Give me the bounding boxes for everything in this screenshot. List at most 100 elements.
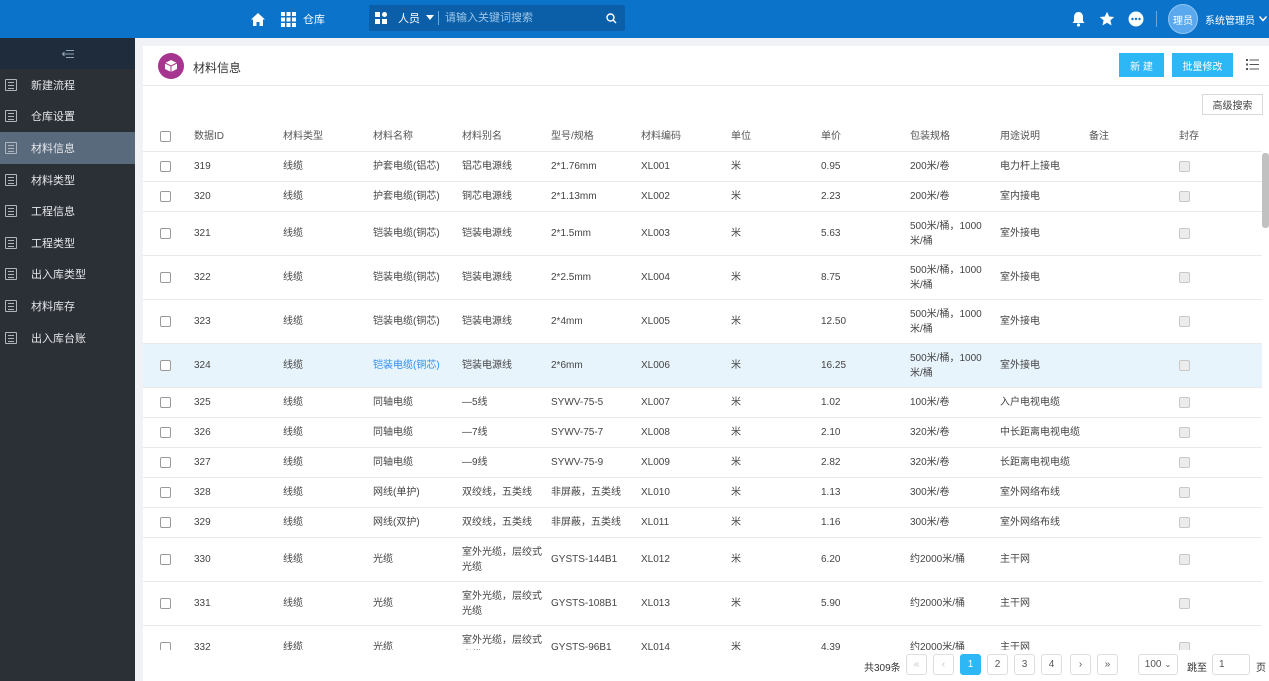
table-row[interactable]: 330 线缆 光缆 室外光缆，层绞式光缆 GYSTS-144B1 XL012 米 6.20 约2…: [143, 538, 1262, 582]
cell-name[interactable]: 同轴电缆: [373, 388, 458, 417]
row-checkbox[interactable]: [160, 272, 171, 283]
sidebar-item[interactable]: 材料类型: [0, 164, 135, 196]
row-checkbox[interactable]: [160, 598, 171, 609]
home-icon[interactable]: [250, 0, 266, 38]
cell-usage: 室外接电: [1000, 316, 1040, 327]
cell-pack: 200米/卷: [910, 161, 950, 172]
advanced-search-button[interactable]: 高级搜索: [1202, 94, 1263, 115]
row-checkbox[interactable]: [160, 161, 171, 172]
bell-icon[interactable]: [1071, 0, 1086, 38]
sidebar-item[interactable]: 材料信息: [0, 132, 135, 164]
apps-grid-icon[interactable]: [281, 0, 296, 38]
row-checkbox[interactable]: [160, 457, 171, 468]
page-number-button[interactable]: 2: [987, 654, 1008, 675]
archived-checkbox[interactable]: [1179, 161, 1190, 172]
row-checkbox[interactable]: [160, 517, 171, 528]
row-checkbox[interactable]: [160, 554, 171, 565]
cell-remark: [1089, 538, 1169, 581]
sidebar-item[interactable]: 材料库存: [0, 290, 135, 322]
archived-checkbox[interactable]: [1179, 316, 1190, 327]
cell-name[interactable]: 护套电缆(铜芯): [373, 182, 458, 211]
select-all-checkbox[interactable]: [160, 131, 171, 142]
search-input[interactable]: [445, 12, 585, 24]
page-size-select[interactable]: 100 ⌄: [1138, 654, 1178, 675]
modules-icon[interactable]: [375, 11, 388, 25]
table-row[interactable]: 319 线缆 护套电缆(铝芯) 铝芯电源线 2*1.76mm XL001 米 0.95 200米…: [143, 152, 1262, 182]
sidebar-item-label: 材料类型: [31, 174, 75, 187]
archived-checkbox[interactable]: [1179, 191, 1190, 202]
archived-checkbox[interactable]: [1179, 427, 1190, 438]
table-row[interactable]: 324 线缆 铠装电缆(铜芯) 铠装电源线 2*6mm XL006 米 16.25 500米/桶…: [143, 344, 1262, 388]
table-row[interactable]: 323 线缆 铠装电缆(铜芯) 铠装电源线 2*4mm XL005 米 12.50 500米/桶…: [143, 300, 1262, 344]
search-icon[interactable]: [606, 12, 617, 24]
cell-name[interactable]: 同轴电缆: [373, 418, 458, 447]
cell-id: 320: [194, 191, 211, 202]
module-label[interactable]: 仓库: [303, 0, 325, 38]
archived-checkbox[interactable]: [1179, 457, 1190, 468]
archived-checkbox[interactable]: [1179, 397, 1190, 408]
cell-name[interactable]: 同轴电缆: [373, 448, 458, 477]
archived-checkbox[interactable]: [1179, 598, 1190, 609]
cell-name[interactable]: 网线(双护): [373, 508, 458, 537]
row-checkbox[interactable]: [160, 427, 171, 438]
archived-checkbox[interactable]: [1179, 228, 1190, 239]
archived-checkbox[interactable]: [1179, 487, 1190, 498]
sidebar-collapse-icon[interactable]: [0, 38, 135, 69]
table-row[interactable]: 322 线缆 铠装电缆(铜芯) 铠装电源线 2*2.5mm XL004 米 8.75 500米/…: [143, 256, 1262, 300]
first-page-icon[interactable]: «: [906, 654, 927, 675]
list-view-icon[interactable]: [1246, 59, 1259, 70]
search-scope-select[interactable]: 人员: [398, 10, 420, 26]
archived-checkbox[interactable]: [1179, 554, 1190, 565]
new-button[interactable]: 新 建: [1119, 53, 1164, 77]
archived-checkbox[interactable]: [1179, 272, 1190, 283]
user-chevron-down-icon[interactable]: [1259, 0, 1267, 38]
page-number-button[interactable]: 4: [1041, 654, 1062, 675]
cell-name[interactable]: 网线(单护): [373, 478, 458, 507]
cell-name[interactable]: 光缆: [373, 538, 458, 581]
row-select-cell: [160, 448, 174, 477]
cell-name[interactable]: 光缆: [373, 582, 458, 625]
table-row[interactable]: 328 线缆 网线(单护) 双绞线，五类线 非屏蔽，五类线 XL010 米 1.13 300米/…: [143, 478, 1262, 508]
sidebar-item[interactable]: 新建流程: [0, 69, 135, 101]
sidebar-item[interactable]: 工程信息: [0, 195, 135, 227]
cell-name[interactable]: 护套电缆(铝芯): [373, 152, 458, 181]
star-icon[interactable]: [1099, 0, 1115, 38]
more-chat-icon[interactable]: [1128, 0, 1144, 38]
row-checkbox[interactable]: [160, 228, 171, 239]
row-checkbox[interactable]: [160, 191, 171, 202]
sidebar-item[interactable]: 仓库设置: [0, 101, 135, 133]
sidebar-item[interactable]: 出入库类型: [0, 259, 135, 291]
table-row[interactable]: 325 线缆 同轴电缆 —5线 SYWV-75-5 XL007 米 1.02 100米/卷 入户电…: [143, 388, 1262, 418]
row-checkbox[interactable]: [160, 360, 171, 371]
avatar[interactable]: 理员: [1168, 4, 1198, 34]
next-page-icon[interactable]: ›: [1070, 654, 1091, 675]
archived-checkbox[interactable]: [1179, 517, 1190, 528]
row-checkbox[interactable]: [160, 316, 171, 327]
last-page-icon[interactable]: »: [1097, 654, 1118, 675]
row-checkbox[interactable]: [160, 487, 171, 498]
vertical-scrollbar[interactable]: [1262, 153, 1269, 228]
row-checkbox[interactable]: [160, 397, 171, 408]
table-row[interactable]: 321 线缆 铠装电缆(铜芯) 铠装电源线 2*1.5mm XL003 米 5.63 500米/…: [143, 212, 1262, 256]
table-row[interactable]: 331 线缆 光缆 室外光缆，层绞式光缆 GYSTS-108B1 XL013 米 5.90 约2…: [143, 582, 1262, 626]
cell-name[interactable]: 铠装电缆(铜芯): [373, 212, 458, 255]
archived-checkbox[interactable]: [1179, 360, 1190, 371]
cell-archived: [1179, 478, 1193, 507]
page-number-button[interactable]: 3: [1014, 654, 1035, 675]
user-name[interactable]: 系统管理员: [1205, 0, 1255, 38]
goto-page-input[interactable]: 1: [1212, 654, 1250, 675]
sidebar-item[interactable]: 工程类型: [0, 227, 135, 259]
table-row[interactable]: 327 线缆 同轴电缆 —9线 SYWV-75-9 XL009 米 2.82 320米/卷 长距离…: [143, 448, 1262, 478]
prev-page-icon[interactable]: ‹: [933, 654, 954, 675]
table-row[interactable]: 329 线缆 网线(双护) 双绞线，五类线 非屏蔽，五类线 XL011 米 1.16 300米/…: [143, 508, 1262, 538]
table-row[interactable]: 320 线缆 护套电缆(铜芯) 铜芯电源线 2*1.13mm XL002 米 2.23 200米…: [143, 182, 1262, 212]
cell-pack: 500米/桶，1000米/桶: [910, 264, 982, 291]
sidebar-item[interactable]: 出入库台账: [0, 322, 135, 354]
cell-name[interactable]: 铠装电缆(铜芯): [373, 300, 458, 343]
table-row[interactable]: 326 线缆 同轴电缆 —7线 SYWV-75-7 XL008 米 2.10 320米/卷 中长距…: [143, 418, 1262, 448]
cell-name[interactable]: 铠装电缆(铜芯): [373, 256, 458, 299]
chevron-down-icon[interactable]: [426, 15, 434, 21]
cell-name[interactable]: 铠装电缆(铜芯): [373, 344, 458, 387]
batch-edit-button[interactable]: 批量修改: [1172, 53, 1233, 77]
page-number-button[interactable]: 1: [960, 654, 981, 675]
